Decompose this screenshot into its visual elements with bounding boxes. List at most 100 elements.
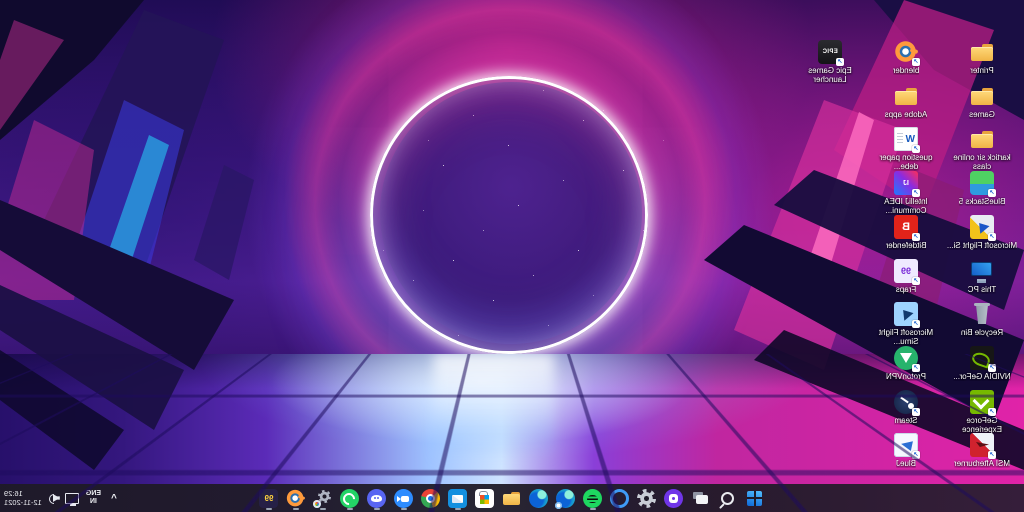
desktop-icon-epic-games-launcher[interactable]: EPIC Epic Games Launcher (794, 40, 866, 84)
running-indicator (455, 508, 461, 510)
bluestacks-icon (970, 171, 994, 195)
desktop-icon-bitdefender[interactable]: B Bitdefender (870, 215, 942, 250)
taskbar-zoom-button[interactable] (392, 485, 417, 511)
geforce-experience-icon (970, 390, 994, 414)
edge-profile-icon (557, 489, 576, 508)
folder-icon (970, 40, 994, 64)
desktop-icon-label: Steam (894, 416, 917, 425)
desktop-icon-msi-afterburner[interactable]: MSI Afterburner (946, 433, 1018, 468)
folder-icon (970, 127, 994, 151)
nvidia-icon (970, 346, 994, 370)
desktop-icon-label: GeForce Experience (946, 416, 1018, 434)
folder-icon (970, 84, 994, 108)
mail-icon (449, 489, 468, 508)
desktop-icon-steam[interactable]: Steam (870, 390, 942, 425)
clock-date: 12-11-2021 (4, 498, 42, 507)
taskbar-microsoft-store-button[interactable] (473, 485, 498, 511)
desktop-icon-games[interactable]: Games (946, 84, 1018, 119)
taskbar-task-view-button[interactable] (689, 485, 714, 511)
desktop-icon-nvidia-gefor[interactable]: NVIDIA GeFor... (946, 346, 1018, 381)
desktop-icon-question-paper-debe[interactable]: W question paper debe... (870, 127, 942, 171)
blender-icon (894, 40, 918, 64)
running-indicator (320, 508, 326, 510)
desktop-icon-this-pc[interactable]: This PC (946, 259, 1018, 294)
taskbar-fraps-button[interactable]: 99 (257, 485, 282, 511)
language-line1: ENG (86, 490, 101, 498)
word-document-icon: W (894, 127, 918, 151)
taskbar-file-explorer-button[interactable] (500, 485, 525, 511)
desktop-icon-label: BlueJ (896, 459, 916, 468)
taskbar-clipchamp-button[interactable] (662, 485, 687, 511)
task-view-icon (692, 489, 711, 508)
bluej-icon (894, 433, 918, 457)
hidden-icons-chevron[interactable]: ^ (108, 493, 120, 504)
intellij-idea-icon: IJ (894, 171, 918, 195)
running-indicator (374, 508, 380, 510)
microsoft-store-icon (476, 489, 495, 508)
network-icon[interactable] (65, 493, 79, 504)
taskbar-edge-alt-button[interactable] (554, 485, 579, 511)
clock[interactable]: 16:29 12-11-2021 (4, 489, 42, 507)
desktop-icon-protonvpn[interactable]: ProtonVPN (870, 346, 942, 381)
shortcut-arrow-icon (912, 189, 920, 197)
bitdefender-icon: B (894, 215, 918, 239)
taskbar-ring-app-button[interactable] (608, 485, 633, 511)
desktop-icon-blender[interactable]: blender (870, 40, 942, 75)
protonvpn-icon (894, 346, 918, 370)
desktop-icon-microsoft-flight-simu[interactable]: Microsoft Flight Simu... (870, 302, 942, 346)
spotify-icon (584, 489, 603, 508)
desktop-icon-label: question paper debe... (870, 153, 942, 171)
desktop-icon-label: Printer (970, 66, 994, 75)
system-tray: ^ ENG IN 16:29 12-11-2021 (4, 484, 120, 512)
chrome-icon (422, 489, 441, 508)
desktop-icon-adobe-apps[interactable]: Adobe apps (870, 84, 942, 119)
desktop-icon-intellij-idea-communi[interactable]: IJ IntelliJ IDEA Communi... (870, 171, 942, 215)
taskbar-chrome-button[interactable] (419, 485, 444, 511)
shortcut-arrow-icon (988, 189, 996, 197)
taskbar-search-button[interactable] (716, 485, 741, 511)
edge-icon (530, 489, 549, 508)
recycle-bin-icon (970, 302, 994, 326)
desktop-icon-printer[interactable]: Printer (946, 40, 1018, 75)
desktop-icon-bluestacks-5[interactable]: BlueStacks 5 (946, 171, 1018, 206)
blue-ring-app-icon (611, 489, 630, 508)
taskbar-discord-button[interactable] (365, 485, 390, 511)
file-explorer-icon (503, 489, 522, 508)
language-indicator[interactable]: ENG IN (86, 490, 101, 506)
taskbar-edge-button[interactable] (527, 485, 552, 511)
desktop-icon-label: Microsoft Flight Si... (947, 241, 1017, 250)
taskbar-mail-button[interactable] (446, 485, 471, 511)
desktop-icon-recycle-bin[interactable]: Recycle Bin (946, 302, 1018, 337)
shortcut-arrow-icon (836, 58, 844, 66)
desktop-icon-geforce-experience[interactable]: GeForce Experience (946, 390, 1018, 434)
desktop-icon-bluej[interactable]: BlueJ (870, 433, 942, 468)
language-line2: IN (90, 498, 97, 506)
desktop-icon-fraps[interactable]: 99 Fraps (870, 259, 942, 294)
shortcut-arrow-icon (988, 408, 996, 416)
msi-afterburner-icon (970, 433, 994, 457)
steam-icon (894, 390, 918, 414)
taskbar-whatsapp-button[interactable] (338, 485, 363, 511)
fraps-icon: 99 (894, 259, 918, 283)
desktop-icon-label: Games (969, 110, 995, 119)
desktop-icon-label: IntelliJ IDEA Communi... (870, 197, 942, 215)
taskbar-blender-button[interactable] (284, 485, 309, 511)
desktop-icon-kartick-sir-online-class[interactable]: kartick sir online class (946, 127, 1018, 171)
volume-icon[interactable] (49, 493, 60, 503)
fraps-icon: 99 (260, 489, 279, 508)
taskbar-start-button[interactable] (743, 485, 768, 511)
taskbar-settings-button[interactable] (635, 485, 660, 511)
desktop-icon-label: ProtonVPN (886, 372, 926, 381)
desktop-icon-label: BlueStacks 5 (959, 197, 1006, 206)
taskbar: 99 ^ ENG IN 16:29 12-11-2021 (0, 484, 1024, 512)
desktop-icon-microsoft-flight-si[interactable]: Microsoft Flight Si... (946, 215, 1018, 250)
running-indicator (347, 508, 353, 510)
desktop-icon-label: MSI Afterburner (954, 459, 1010, 468)
gear-icon (638, 489, 657, 508)
tray-icons[interactable] (49, 493, 79, 504)
shortcut-arrow-icon (988, 233, 996, 241)
taskbar-gears-app-button[interactable] (311, 485, 336, 511)
taskbar-spotify-button[interactable] (581, 485, 606, 511)
shortcut-arrow-icon (912, 408, 920, 416)
desktop-icon-label: kartick sir online class (946, 153, 1018, 171)
